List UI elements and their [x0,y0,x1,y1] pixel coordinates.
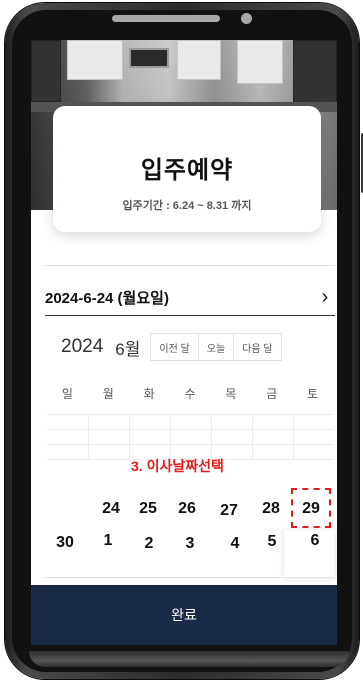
grid-line [47,429,333,430]
grid-line [293,414,294,460]
hero-shelf [31,40,61,102]
calendar-day-24[interactable]: 24 [93,500,129,522]
title-card: 입주예약 입주기간 : 6.24 ~ 8.31 까지 [53,106,321,232]
hero-window [293,40,337,104]
hero-cabinet [177,40,221,80]
weekday-label: 수 [184,387,196,401]
grid-line [47,414,333,415]
selected-date-row[interactable]: 2024-6-24 (월요일) › [45,280,335,316]
front-camera [241,13,252,24]
calendar-day-1[interactable]: 1 [90,532,126,554]
weekday-label: 금 [266,387,278,401]
grid-line [129,414,130,460]
hero-cabinet [237,40,283,84]
calendar-day-2[interactable]: 2 [131,535,167,557]
month-header: 2024 6월 이전 달 오늘 다음 달 [61,332,337,362]
hero-cabinet [67,40,123,80]
grid-line [252,414,253,460]
speaker-grille [112,15,220,22]
calendar-day-26[interactable]: 26 [169,500,205,522]
today-button[interactable]: 오늘 [197,333,235,361]
next-month-button[interactable]: 다음 달 [233,333,282,361]
selected-day-highlight [291,488,331,528]
calendar-day-6[interactable]: 6 [297,532,333,554]
calendar-day-3[interactable]: 3 [172,535,208,557]
weekday-label: 목 [225,387,237,401]
calendar-day-4[interactable]: 4 [217,535,253,557]
chevron-right-icon[interactable]: › [315,286,335,309]
calendar-day-25[interactable]: 25 [130,500,166,522]
weekday-label: 일 [61,387,73,401]
app-screen: 입주예약 입주기간 : 6.24 ~ 8.31 까지 2024-6-24 (월요… [31,40,337,645]
selected-date: 2024-6-24 (월요일) [45,290,169,307]
calendar-day-30[interactable]: 30 [47,534,83,556]
calendar-grid-lines [47,414,333,460]
divider [45,265,335,266]
step-annotation: 3. 이사날짜선택 [131,458,224,474]
calendar-year: 2024 [61,336,104,357]
calendar-day-5[interactable]: 5 [254,533,290,555]
calendar-day-27[interactable]: 27 [211,502,247,524]
prev-month-button[interactable]: 이전 달 [150,333,199,361]
calendar-month: 6월 [115,339,141,359]
grid-line [211,414,212,460]
confirm-button[interactable]: 완료 [31,585,337,645]
bottom-bezel [29,651,349,667]
calendar-day-28[interactable]: 28 [253,500,289,522]
weekday-label: 토 [307,387,319,401]
grid-line [47,444,333,445]
grid-line [88,414,89,460]
page-title: 입주예약 [140,157,234,184]
move-in-period: 입주기간 : 6.24 ~ 8.31 까지 [122,200,252,212]
divider [45,577,335,578]
hero-microwave [129,48,169,68]
grid-line [170,414,171,460]
weekday-label: 화 [143,387,155,401]
weekday-header: 일 월 화 수 목 금 토 [47,385,333,405]
month-nav-buttons: 이전 달 오늘 다음 달 [150,333,282,361]
weekday-label: 월 [102,387,114,401]
